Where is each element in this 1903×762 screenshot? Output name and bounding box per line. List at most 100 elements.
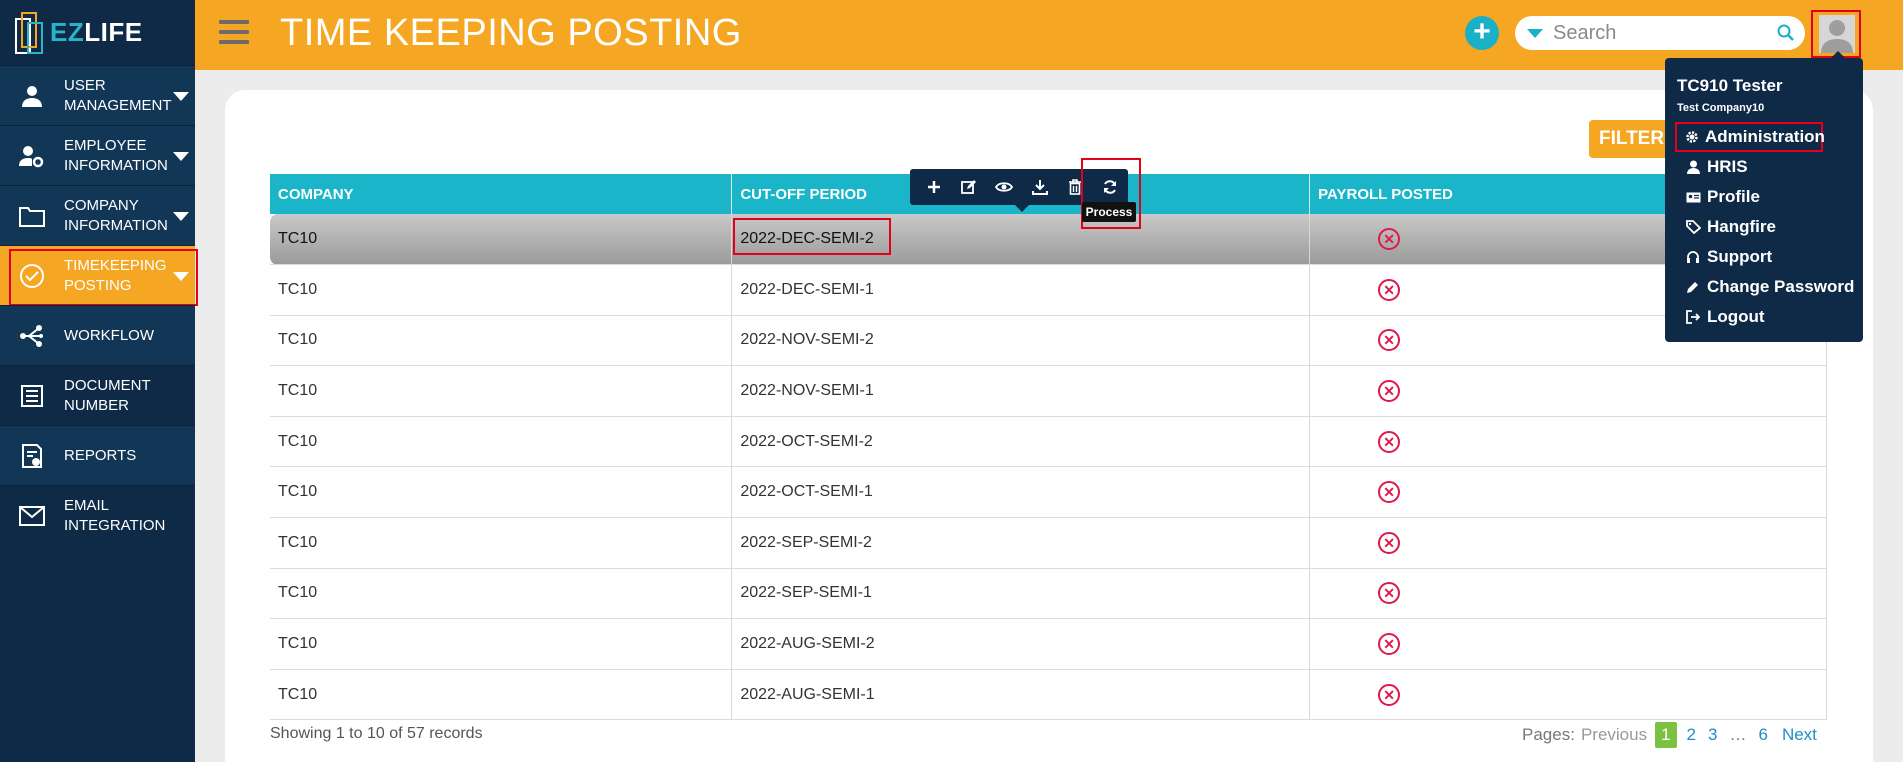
table-row[interactable]: TC10 2022-SEP-SEMI-2 ✕ bbox=[270, 517, 1827, 569]
pagination-current-page[interactable]: 1 bbox=[1655, 722, 1677, 748]
table-row[interactable]: TC10 2022-AUG-SEMI-2 ✕ bbox=[270, 618, 1827, 670]
user-name: TC910 Tester bbox=[1677, 76, 1783, 95]
sidebar-item-reports[interactable]: REPORTS bbox=[0, 425, 195, 485]
logo-text: EZLIFE bbox=[50, 17, 143, 47]
pagination-ellipsis: … bbox=[1729, 725, 1747, 744]
sidebar-item-user-management[interactable]: USER MANAGEMENT bbox=[0, 65, 195, 125]
sidebar-item-document-number[interactable]: DOCUMENT NUMBER bbox=[0, 365, 195, 425]
chevron-down-icon bbox=[173, 92, 189, 101]
menu-item-label: Profile bbox=[1707, 187, 1760, 206]
headset-icon bbox=[1685, 250, 1701, 264]
add-button[interactable]: + bbox=[1465, 16, 1499, 50]
filter-button[interactable]: FILTER bbox=[1589, 120, 1669, 158]
not-posted-x-icon: ✕ bbox=[1378, 531, 1401, 554]
table-row[interactable]: TC10 2022-SEP-SEMI-1 ✕ bbox=[270, 568, 1827, 620]
menu-item-profile[interactable]: Profile bbox=[1665, 182, 1863, 212]
sidebar-item-workflow[interactable]: WORKFLOW bbox=[0, 305, 195, 365]
cell-company: TC10 bbox=[270, 618, 733, 670]
process-tooltip: Process bbox=[1082, 202, 1136, 222]
workflow-icon bbox=[18, 322, 46, 350]
user-gear-icon bbox=[18, 142, 46, 170]
cell-company: TC10 bbox=[270, 315, 733, 367]
hamburger-menu-icon[interactable] bbox=[219, 20, 249, 46]
gear-icon bbox=[1685, 130, 1699, 144]
not-posted-x-icon: ✕ bbox=[1378, 228, 1401, 251]
menu-item-label: Logout bbox=[1707, 307, 1765, 326]
not-posted-x-icon: ✕ bbox=[1378, 430, 1401, 453]
cell-cutoff-period: 2022-OCT-SEMI-2 bbox=[731, 416, 1311, 468]
cell-cutoff-period: 2022-SEP-SEMI-1 bbox=[731, 568, 1311, 620]
plus-icon[interactable] bbox=[916, 169, 951, 205]
table-row[interactable]: TC10 2022-DEC-SEMI-2 ✕ bbox=[270, 214, 1827, 266]
pagination-previous[interactable]: Previous bbox=[1581, 725, 1647, 745]
search-filter-dropdown-icon[interactable] bbox=[1527, 29, 1543, 38]
menu-item-support[interactable]: Support bbox=[1665, 242, 1863, 272]
sidebar-item-company-information[interactable]: COMPANY INFORMATION bbox=[0, 185, 195, 245]
sidebar-item-timekeeping-posting[interactable]: TIMEKEEPING POSTING bbox=[0, 245, 198, 306]
sidebar: EZLIFE USER MANAGEMENT EMPLOYEE INFORMAT… bbox=[0, 0, 198, 762]
cutoff-highlight-box bbox=[733, 218, 891, 255]
user-icon bbox=[1685, 160, 1701, 174]
menu-item-label: Change Password bbox=[1707, 277, 1855, 296]
table-row[interactable]: TC10 2022-AUG-SEMI-1 ✕ bbox=[270, 669, 1827, 721]
tags-icon bbox=[1685, 220, 1701, 234]
sidebar-item-label: REPORTS bbox=[64, 446, 137, 464]
menu-item-label: Support bbox=[1707, 247, 1773, 266]
search-box[interactable] bbox=[1515, 16, 1805, 50]
sidebar-item-label: COMPANY INFORMATION bbox=[64, 196, 168, 234]
cell-payroll-posted: ✕ bbox=[1309, 416, 1827, 468]
sidebar-item-email-integration[interactable]: EMAIL INTEGRATION bbox=[0, 485, 195, 545]
envelope-icon bbox=[18, 502, 46, 530]
app-logo[interactable]: EZLIFE bbox=[0, 0, 195, 65]
user-icon bbox=[18, 82, 46, 110]
folder-icon bbox=[18, 202, 46, 230]
table-row[interactable]: TC10 2022-NOV-SEMI-1 ✕ bbox=[270, 365, 1827, 417]
menu-item-change-password[interactable]: Change Password bbox=[1665, 272, 1863, 302]
report-icon bbox=[18, 442, 46, 470]
eye-icon[interactable] bbox=[987, 169, 1022, 205]
chevron-down-icon bbox=[173, 272, 189, 281]
sidebar-item-employee-information[interactable]: EMPLOYEE INFORMATION bbox=[0, 125, 195, 185]
menu-item-administration[interactable]: Administration bbox=[1675, 122, 1825, 152]
cell-company: TC10 bbox=[270, 416, 733, 468]
menu-item-label: Administration bbox=[1705, 127, 1825, 146]
sidebar-item-label: USER MANAGEMENT bbox=[64, 76, 172, 114]
pagination-next[interactable]: Next bbox=[1782, 725, 1817, 745]
not-posted-x-icon: ✕ bbox=[1378, 278, 1401, 301]
cell-company: TC10 bbox=[270, 568, 733, 620]
cell-cutoff-period: 2022-NOV-SEMI-1 bbox=[731, 365, 1311, 417]
pagination-page[interactable]: 2 bbox=[1687, 725, 1696, 745]
sidebar-item-label: TIMEKEEPING POSTING bbox=[64, 256, 167, 294]
cell-company: TC10 bbox=[270, 466, 733, 519]
pagination-last-page[interactable]: 6 bbox=[1758, 725, 1767, 745]
table-row[interactable]: TC10 2022-OCT-SEMI-1 ✕ bbox=[270, 466, 1827, 519]
search-input[interactable] bbox=[1553, 21, 1773, 45]
sign-out-icon bbox=[1685, 310, 1701, 324]
menu-item-hris[interactable]: HRIS bbox=[1665, 152, 1863, 182]
timekeeping-table: COMPANY CUT-OFF PERIOD PAYROLL POSTED TC… bbox=[270, 174, 1827, 721]
chevron-down-icon bbox=[173, 212, 189, 221]
search-icon[interactable] bbox=[1777, 24, 1795, 47]
sidebar-item-label: EMPLOYEE INFORMATION bbox=[64, 136, 168, 174]
pagination-page[interactable]: 3 bbox=[1708, 725, 1717, 745]
cell-payroll-posted: ✕ bbox=[1309, 365, 1827, 417]
menu-item-label: HRIS bbox=[1707, 157, 1748, 176]
table-row[interactable]: TC10 2022-NOV-SEMI-2 ✕ bbox=[270, 315, 1827, 367]
logo-mark-icon bbox=[15, 11, 43, 54]
cell-cutoff-period: 2022-NOV-SEMI-2 bbox=[731, 315, 1311, 367]
chevron-down-icon bbox=[173, 152, 189, 161]
column-header-company[interactable]: COMPANY bbox=[270, 174, 733, 214]
cell-payroll-posted: ✕ bbox=[1309, 618, 1827, 670]
menu-item-logout[interactable]: Logout bbox=[1665, 302, 1863, 332]
table-row[interactable]: TC10 2022-DEC-SEMI-1 ✕ bbox=[270, 264, 1827, 316]
cell-company: TC10 bbox=[270, 517, 733, 569]
page-title: TIME KEEPING POSTING bbox=[280, 12, 742, 54]
not-posted-x-icon: ✕ bbox=[1378, 481, 1401, 504]
table-row[interactable]: TC10 2022-OCT-SEMI-2 ✕ bbox=[270, 416, 1827, 468]
download-icon[interactable] bbox=[1022, 169, 1057, 205]
cell-cutoff-period: 2022-AUG-SEMI-2 bbox=[731, 618, 1311, 670]
edit-icon[interactable] bbox=[951, 169, 986, 205]
cell-company: TC10 bbox=[270, 264, 733, 316]
menu-item-hangfire[interactable]: Hangfire bbox=[1665, 212, 1863, 242]
not-posted-x-icon: ✕ bbox=[1378, 329, 1401, 352]
